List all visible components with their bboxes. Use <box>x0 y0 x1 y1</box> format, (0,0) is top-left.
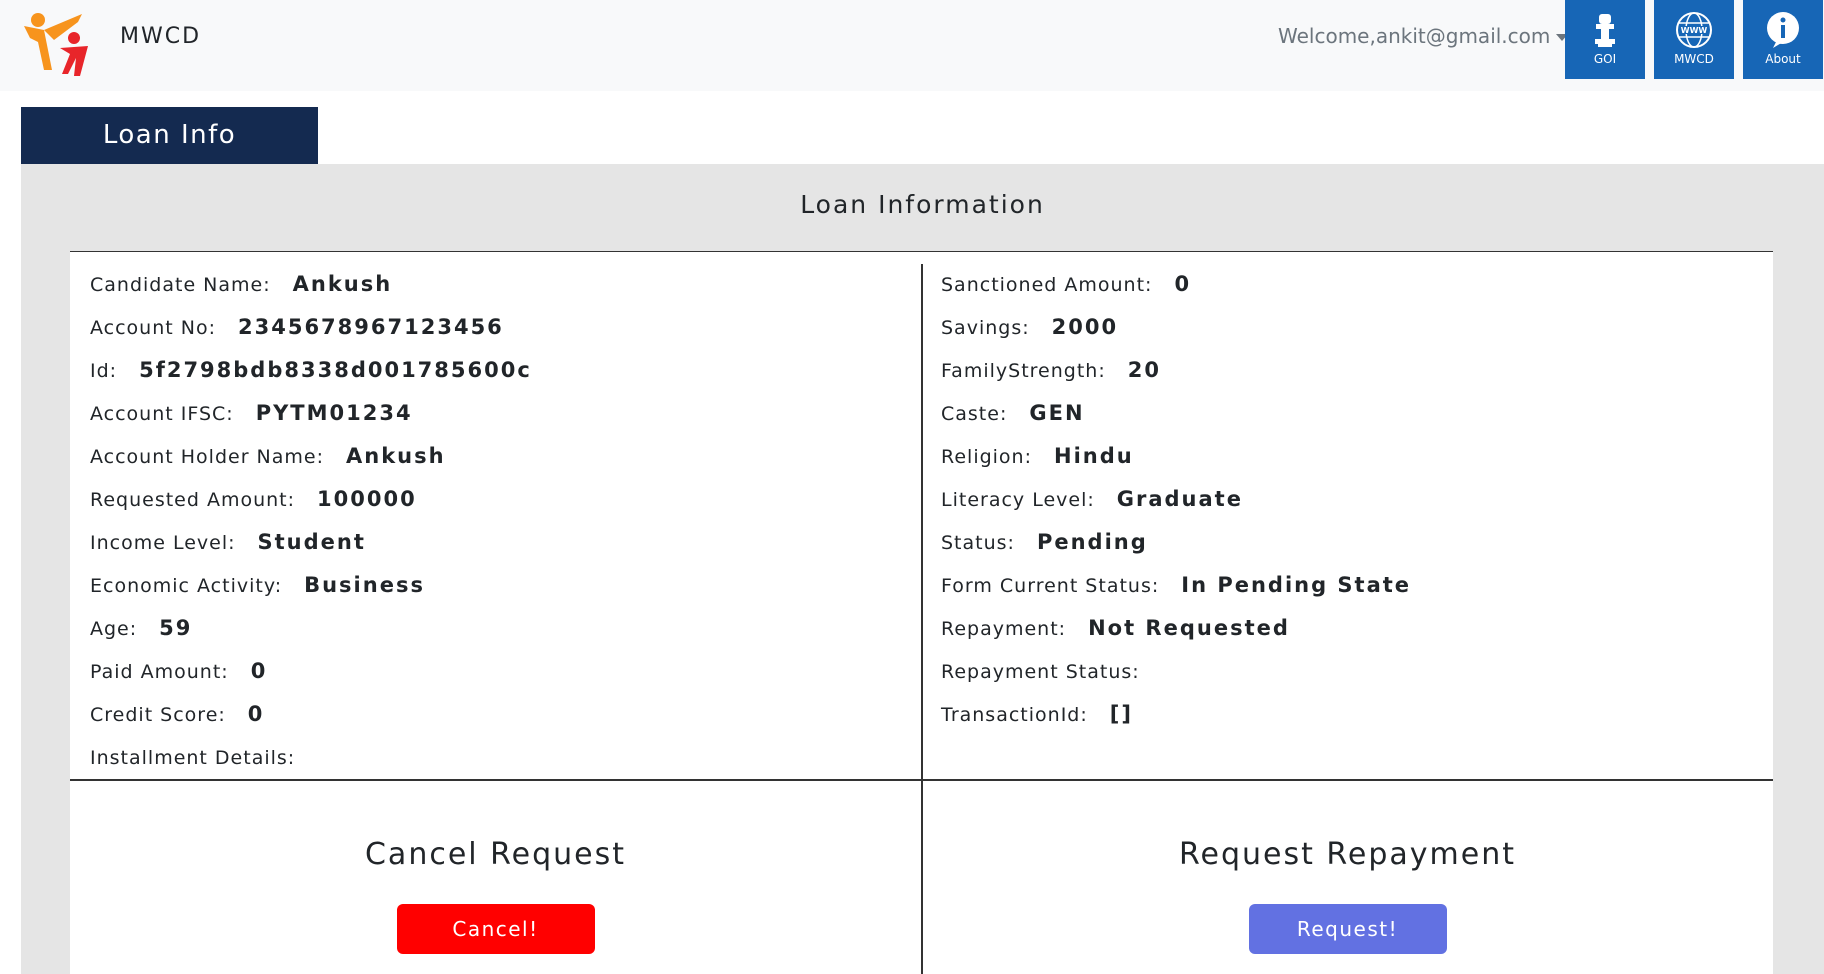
field-label: Credit Score: <box>90 704 226 726</box>
field-value: GEN <box>1029 401 1085 425</box>
detail-row-repayment: Repayment: Not Requested <box>941 616 1761 659</box>
field-value: 0 <box>247 702 265 726</box>
field-label: Repayment Status: <box>941 661 1140 683</box>
field-label: FamilyStrength: <box>941 360 1106 382</box>
field-label: Income Level: <box>90 532 236 554</box>
field-label: Installment Details: <box>90 747 296 769</box>
info-icon <box>1767 12 1799 48</box>
detail-row-installment-details: Installment Details: <box>90 745 910 788</box>
field-label: Caste: <box>941 403 1008 425</box>
field-value: Hindu <box>1054 444 1134 468</box>
detail-row-credit-score: Credit Score: 0 <box>90 702 910 745</box>
field-value: Graduate <box>1116 487 1243 511</box>
detail-row-age: Age: 59 <box>90 616 910 659</box>
field-label: Repayment: <box>941 618 1067 640</box>
field-label: Sanctioned Amount: <box>941 274 1153 296</box>
field-value: [] <box>1109 702 1133 726</box>
brand-name: MWCD <box>120 24 202 49</box>
detail-row-form-current-status: Form Current Status: In Pending State <box>941 573 1761 616</box>
detail-row-account-no: Account No: 2345678967123456 <box>90 315 910 358</box>
field-value: 59 <box>159 616 193 640</box>
detail-row-religion: Religion: Hindu <box>941 444 1761 487</box>
field-label: Id: <box>90 360 118 382</box>
field-label: Savings: <box>941 317 1030 339</box>
detail-row-caste: Caste: GEN <box>941 401 1761 444</box>
detail-row-account-ifsc: Account IFSC: PYTM01234 <box>90 401 910 444</box>
field-value: Student <box>257 530 366 554</box>
field-value: 2000 <box>1051 315 1119 339</box>
field-label: Literacy Level: <box>941 489 1095 511</box>
cancel-button[interactable]: Cancel! <box>396 904 595 954</box>
nav-mwcd-label: MWCD <box>1674 52 1714 66</box>
field-value: 20 <box>1127 358 1161 382</box>
loan-info-panel: Loan Information Candidate Name: Ankush A… <box>21 164 1824 974</box>
field-value: Ankush <box>346 444 446 468</box>
mwcd-logo[interactable] <box>22 8 100 78</box>
detail-row-economic-activity: Economic Activity: Business <box>90 573 910 616</box>
nav-mwcd-button[interactable]: WWW MWCD <box>1654 0 1734 79</box>
loan-details-card: Candidate Name: Ankush Account No: 2345678… <box>70 251 1773 974</box>
nav-about-label: About <box>1765 52 1801 66</box>
request-repayment-section: Request Repayment Request! <box>922 837 1773 954</box>
cancel-request-title: Cancel Request <box>364 837 627 872</box>
field-label: Requested Amount: <box>90 489 296 511</box>
request-repayment-button[interactable]: Request! <box>1248 904 1447 954</box>
field-value: Ankush <box>292 272 393 296</box>
detail-row-transaction-id: TransactionId: [] <box>941 702 1761 745</box>
field-value: 100000 <box>317 487 417 511</box>
detail-row-paid-amount: Paid Amount: 0 <box>90 659 910 702</box>
top-navbar: MWCD Welcome,ankit@gmail.com GOI WWW MWC… <box>0 0 1824 91</box>
nav-about-button[interactable]: About <box>1743 0 1823 79</box>
detail-row-family-strength: FamilyStrength: 20 <box>941 358 1761 401</box>
field-value: 5f2798bdb8338d001785600c <box>139 358 532 382</box>
field-value: PYTM01234 <box>255 401 413 425</box>
nav-goi-label: GOI <box>1593 52 1617 66</box>
field-label: Status: <box>941 532 1015 554</box>
nav-goi-button[interactable]: GOI <box>1565 0 1645 79</box>
tab-loan-info[interactable]: Loan Info <box>21 107 318 164</box>
field-value: 0 <box>250 659 268 683</box>
cancel-request-section: Cancel Request Cancel! <box>70 837 921 954</box>
detail-row-sanctioned-amount: Sanctioned Amount: 0 <box>941 272 1761 315</box>
field-label: Account IFSC: <box>90 403 234 425</box>
field-value: In Pending State <box>1181 573 1412 597</box>
welcome-text: Welcome,ankit@gmail.com <box>1278 24 1551 48</box>
field-label: Candidate Name: <box>90 274 271 296</box>
field-value: 0 <box>1174 272 1192 296</box>
user-menu-dropdown[interactable]: Welcome,ankit@gmail.com <box>1278 24 1569 48</box>
left-details-column: Candidate Name: Ankush Account No: 2345678… <box>90 272 910 788</box>
detail-row-requested-amount: Requested Amount: 100000 <box>90 487 910 530</box>
field-label: Paid Amount: <box>90 661 229 683</box>
field-value: 2345678967123456 <box>238 315 504 339</box>
detail-row-account-holder-name: Account Holder Name: Ankush <box>90 444 910 487</box>
detail-row-status: Status: Pending <box>941 530 1761 573</box>
field-label: TransactionId: <box>941 704 1088 726</box>
request-repayment-title: Request Repayment <box>1179 837 1516 872</box>
field-label: Religion: <box>941 446 1033 468</box>
detail-row-candidate-name: Candidate Name: Ankush <box>90 272 910 315</box>
field-label: Age: <box>90 618 138 640</box>
field-value: Not Requested <box>1088 616 1290 640</box>
detail-row-savings: Savings: 2000 <box>941 315 1761 358</box>
svg-text:WWW: WWW <box>1681 26 1708 35</box>
field-label: Economic Activity: <box>90 575 283 597</box>
detail-row-literacy-level: Literacy Level: Graduate <box>941 487 1761 530</box>
emblem-icon <box>1595 14 1615 47</box>
panel-title: Loan Information <box>800 190 1045 219</box>
globe-www-icon: WWW <box>1676 12 1712 48</box>
field-label: Account No: <box>90 317 216 339</box>
field-label: Form Current Status: <box>941 575 1160 597</box>
detail-row-repayment-status: Repayment Status: <box>941 659 1761 702</box>
right-details-column: Sanctioned Amount: 0 Savings: 2000 FamilyS… <box>941 272 1761 745</box>
field-value: Pending <box>1036 530 1148 554</box>
field-label: Account Holder Name: <box>90 446 325 468</box>
detail-row-income-level: Income Level: Student <box>90 530 910 573</box>
field-value: Business <box>304 573 425 597</box>
detail-row-id: Id: 5f2798bdb8338d001785600c <box>90 358 910 401</box>
